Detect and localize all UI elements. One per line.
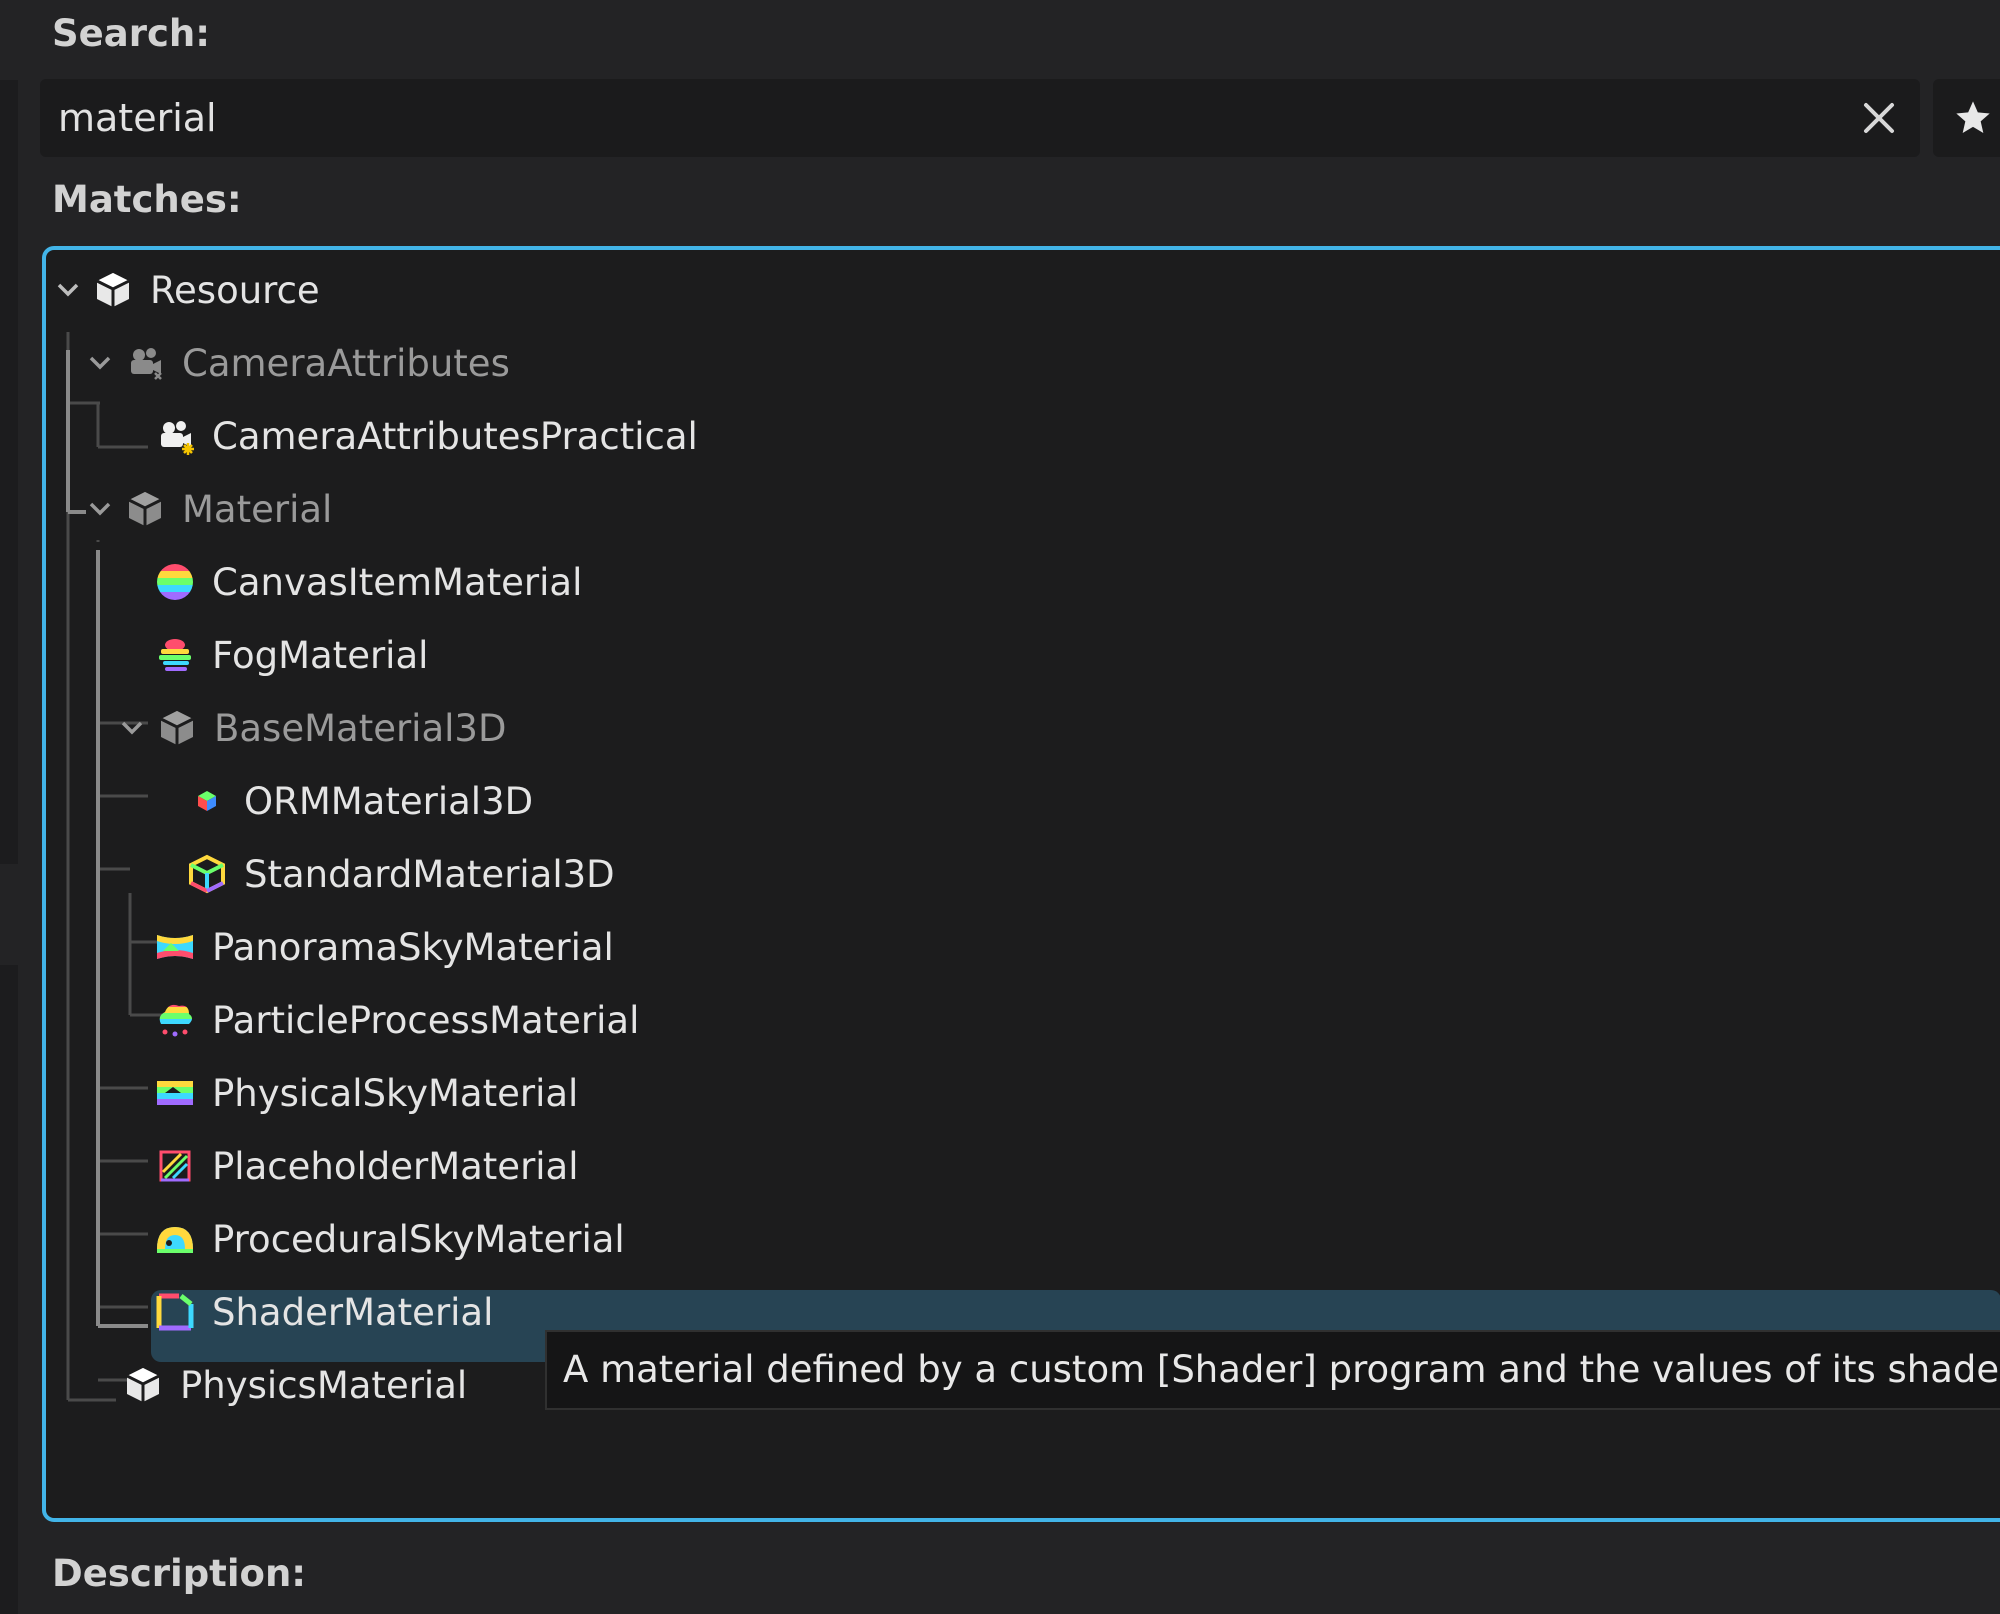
clear-search-button[interactable] xyxy=(1852,91,1906,145)
tree-item-panorama-sky-material[interactable]: PanoramaSkyMaterial xyxy=(46,911,2000,983)
tree-item-label: Material xyxy=(182,487,333,531)
cube-icon xyxy=(92,269,134,311)
tree-item-label: ParticleProcessMaterial xyxy=(212,998,640,1042)
tooltip: A material defined by a custom [Shader] … xyxy=(545,1330,2000,1410)
cube-icon xyxy=(156,707,198,749)
tree-item-physical-sky-material[interactable]: PhysicalSkyMaterial xyxy=(46,1057,2000,1129)
search-input[interactable]: material xyxy=(58,79,217,157)
tree-item-label: CanvasItemMaterial xyxy=(212,560,583,604)
tree-item-material[interactable]: Material xyxy=(46,473,2000,545)
search-label: Search: xyxy=(52,12,211,55)
tree-item-fog-material[interactable]: FogMaterial xyxy=(46,619,2000,691)
tree-item-orm-material-3d[interactable]: ORMMaterial3D xyxy=(46,765,2000,837)
orm-material-icon xyxy=(186,780,228,822)
tree-item-label: PhysicalSkyMaterial xyxy=(212,1071,579,1115)
expand-toggle[interactable] xyxy=(86,495,114,523)
tree-item-label: PanoramaSkyMaterial xyxy=(212,925,614,969)
close-icon xyxy=(1864,103,1894,133)
tree-item-label: CameraAttributesPractical xyxy=(212,414,698,458)
tree-item-camera-attributes-practical[interactable]: CameraAttributesPractical xyxy=(46,400,2000,472)
side-panel-edge-lower xyxy=(0,965,18,1614)
tree-item-standard-material-3d[interactable]: StandardMaterial3D xyxy=(46,838,2000,910)
cube-icon xyxy=(122,1364,164,1406)
tree-item-label: StandardMaterial3D xyxy=(244,852,615,896)
tree-item-canvas-item-material[interactable]: CanvasItemMaterial xyxy=(46,546,2000,618)
camera-practical-icon xyxy=(154,415,196,457)
placeholder-material-icon xyxy=(154,1145,196,1187)
chevron-down-icon xyxy=(57,283,79,297)
tree-item-label: FogMaterial xyxy=(212,633,429,677)
expand-toggle[interactable] xyxy=(54,276,82,304)
chevron-down-icon xyxy=(89,502,111,516)
search-box[interactable]: material xyxy=(40,79,1920,157)
chevron-down-icon xyxy=(121,721,143,735)
tree-item-label: PhysicsMaterial xyxy=(180,1363,468,1407)
tree-item-label: CameraAttributes xyxy=(182,341,510,385)
tree-item-placeholder-material[interactable]: PlaceholderMaterial xyxy=(46,1130,2000,1202)
expand-toggle[interactable] xyxy=(118,714,146,742)
side-panel-edge xyxy=(0,80,18,864)
panorama-sky-material-icon xyxy=(154,926,196,968)
description-label: Description: xyxy=(52,1552,307,1595)
tree-item-particle-process-material[interactable]: ParticleProcessMaterial xyxy=(46,984,2000,1056)
physical-sky-material-icon xyxy=(154,1072,196,1114)
chevron-down-icon xyxy=(89,356,111,370)
tree-item-camera-attributes[interactable]: CameraAttributes xyxy=(46,327,2000,399)
shader-material-icon xyxy=(154,1291,196,1333)
procedural-sky-material-icon xyxy=(154,1218,196,1260)
tree-item-label: ShaderMaterial xyxy=(212,1290,494,1334)
tree-item-label: BaseMaterial3D xyxy=(214,706,507,750)
tree-item-resource[interactable]: Resource xyxy=(46,254,2000,326)
expand-toggle[interactable] xyxy=(86,349,114,377)
cube-icon xyxy=(124,488,166,530)
particle-process-material-icon xyxy=(154,999,196,1041)
canvas-item-material-icon xyxy=(154,561,196,603)
tree-item-label: ProceduralSkyMaterial xyxy=(212,1217,625,1261)
standard-material-icon xyxy=(186,853,228,895)
camera-attributes-icon xyxy=(124,342,166,384)
favorite-button[interactable] xyxy=(1933,79,2000,157)
tree-item-procedural-sky-material[interactable]: ProceduralSkyMaterial xyxy=(46,1203,2000,1275)
tree-item-label: PlaceholderMaterial xyxy=(212,1144,579,1188)
matches-label: Matches: xyxy=(52,178,242,221)
tree-item-base-material-3d[interactable]: BaseMaterial3D xyxy=(46,692,2000,764)
fog-material-icon xyxy=(154,634,196,676)
tree-item-label: ORMMaterial3D xyxy=(244,779,534,823)
tree-item-label: Resource xyxy=(150,268,320,312)
star-icon xyxy=(1956,101,1990,133)
